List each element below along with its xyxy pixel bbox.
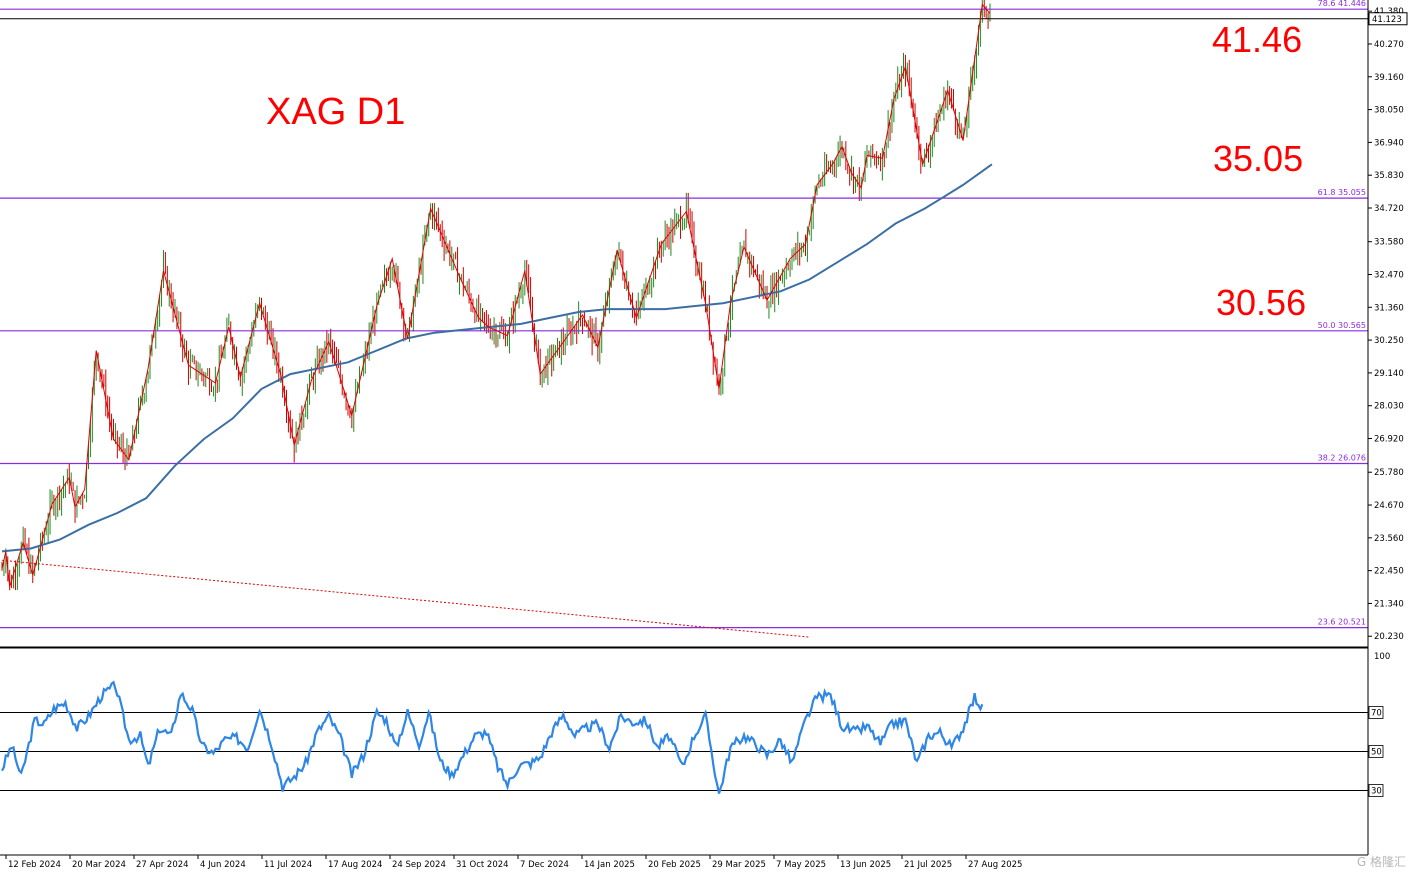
fib-label-0: 78.6 41.446 [1318,0,1366,8]
time-tick-label-13: 13 Jun 2025 [840,860,891,870]
time-tick-label-3: 4 Jun 2024 [200,860,246,870]
price-tick-label-9: 31.360 [1374,303,1404,313]
time-tick-label-9: 14 Jan 2025 [584,860,635,870]
annotation-35-05: 35.05 [1213,138,1303,179]
chart-container[interactable]: 78.6 41.446 61.8 35.055 50.0 30.565 38.2 26… [0,0,1412,876]
fib-label-4: 23.6 20.521 [1318,618,1366,627]
time-tick-label-11: 29 Mar 2025 [712,860,766,870]
time-tick-label-12: 7 May 2025 [776,860,826,870]
current-price-label: 41.123 [1372,15,1402,25]
price-tick-label-18: 21.340 [1374,599,1404,609]
time-tick-label-1: 20 Mar 2024 [72,860,126,870]
rsi-level-label-70: 70 [1371,709,1382,719]
time-tick-label-15: 27 Aug 2025 [968,860,1022,870]
time-tick-label-4: 11 Jul 2024 [264,860,312,870]
time-tick-label-8: 7 Dec 2024 [520,860,569,870]
rsi-level-label-50: 50 [1371,748,1382,758]
price-tick-label-8: 32.470 [1374,270,1404,280]
price-tick-label-4: 36.940 [1374,138,1404,148]
price-tick-label-10: 30.250 [1374,336,1404,346]
annotation-41-46: 41.46 [1212,19,1302,60]
fib-label-1: 61.8 35.055 [1318,188,1366,197]
time-tick-label-10: 20 Feb 2025 [648,860,701,870]
annotation-30-56: 30.56 [1216,282,1306,323]
fib-label-3: 38.2 26.076 [1318,453,1366,462]
price-tick-label-1: 40.270 [1374,40,1404,50]
time-tick-label-7: 31 Oct 2024 [456,860,509,870]
price-tick-label-16: 23.560 [1374,534,1404,544]
time-tick-label-6: 24 Sep 2024 [392,860,446,870]
price-tick-label-11: 29.140 [1374,369,1404,379]
price-tick-label-5: 35.830 [1374,171,1404,181]
price-tick-label-17: 22.450 [1374,567,1404,577]
time-tick-label-0: 12 Feb 2024 [8,860,61,870]
watermark-logo: G 格隆汇 [1356,855,1406,869]
price-tick-label-7: 33.580 [1374,238,1404,248]
time-tick-label-5: 17 Aug 2024 [328,860,382,870]
price-tick-label-2: 39.160 [1374,73,1404,83]
chart-background [0,0,1412,876]
price-chart[interactable]: 78.6 41.446 61.8 35.055 50.0 30.565 38.2 26… [0,0,1412,876]
price-tick-label-14: 25.780 [1374,468,1404,478]
price-tick-label-19: 20.230 [1374,632,1404,642]
fib-label-2: 50.0 30.565 [1318,321,1366,330]
price-tick-label-12: 28.030 [1374,402,1404,412]
symbol-timeframe-label: XAG D1 [266,91,405,133]
rsi-level-label-30: 30 [1371,787,1382,797]
price-tick-label-13: 26.920 [1374,435,1404,445]
price-tick-label-6: 34.720 [1374,204,1404,214]
rsi-scale-top-label: 100 [1374,652,1390,662]
time-tick-label-2: 27 Apr 2024 [136,860,189,870]
time-tick-label-14: 21 Jul 2025 [904,860,952,870]
price-tick-label-3: 38.050 [1374,106,1404,116]
price-tick-label-15: 24.670 [1374,501,1404,511]
